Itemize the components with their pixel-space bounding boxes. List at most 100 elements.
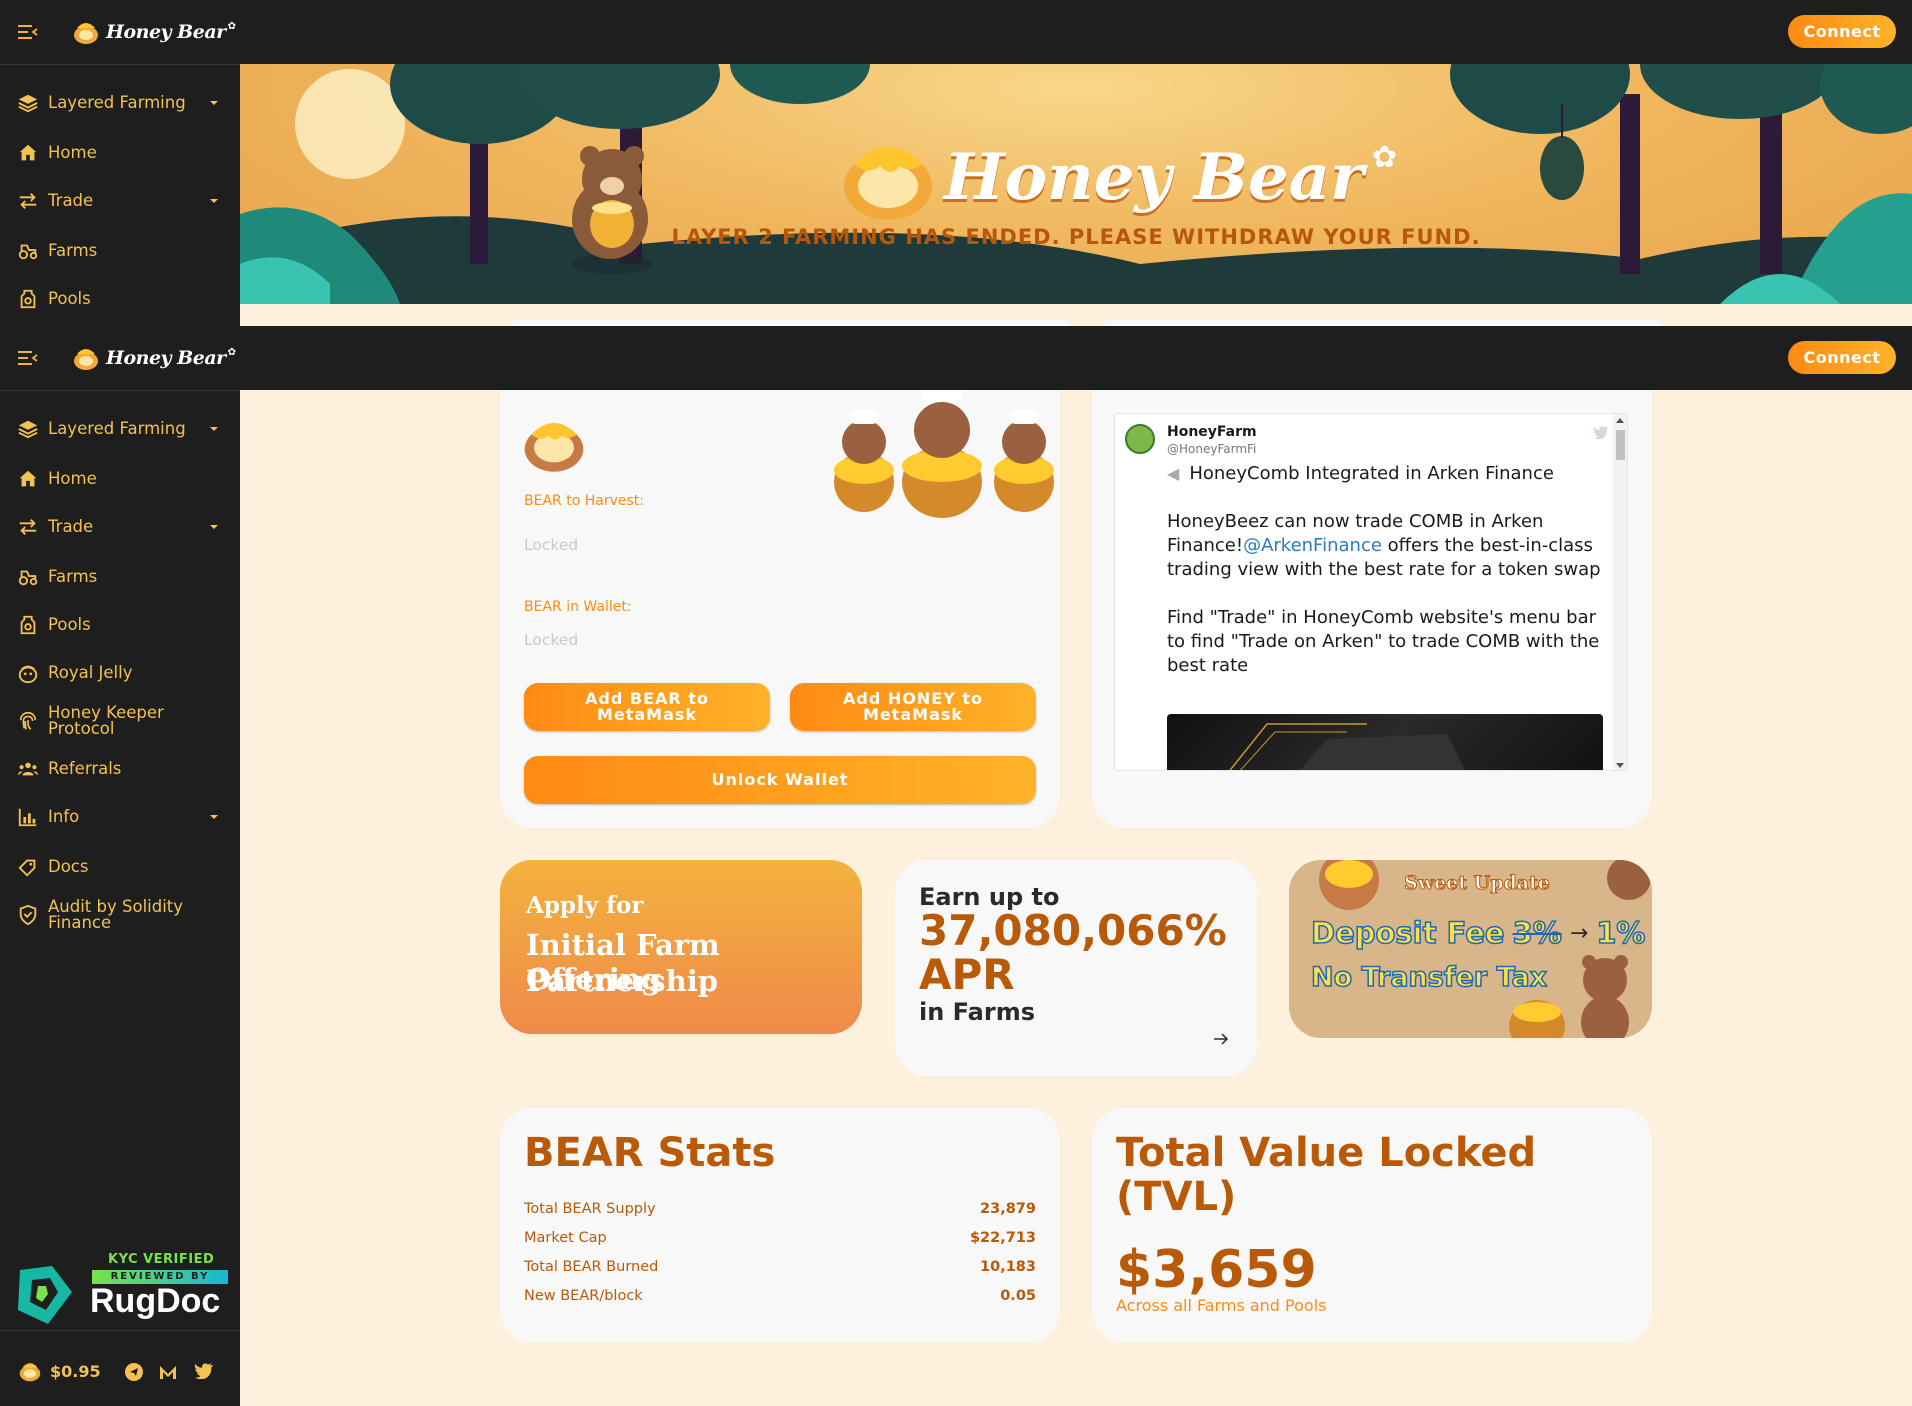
sidebar-item-label: Home xyxy=(48,469,97,488)
sidebar-item-home[interactable]: Home xyxy=(0,133,240,173)
tweet-author-handle[interactable]: @HoneyFarmFi xyxy=(1167,442,1256,456)
sidebar-item-label: Referrals xyxy=(48,759,122,778)
sidebar-item-label: Pools xyxy=(48,289,91,308)
unlock-wallet-button[interactable]: Unlock Wallet xyxy=(524,756,1036,804)
wallet-value: Locked xyxy=(524,631,579,649)
sidebar-item-label: Trade xyxy=(48,517,94,536)
deposit-fee-label: Deposit Fee xyxy=(1310,915,1505,951)
menu-toggle-button[interactable] xyxy=(0,0,56,64)
referrals-icon xyxy=(16,757,40,781)
add-honey-metamask-button[interactable]: Add HONEY to MetaMask xyxy=(790,683,1036,731)
sidebar-item-trade[interactable]: Trade xyxy=(0,507,240,547)
twitter-icon[interactable] xyxy=(194,1363,214,1379)
sidebar-item-pools[interactable]: Pools xyxy=(0,605,240,645)
tvl-title: Total Value Locked (TVL) xyxy=(1116,1130,1537,1220)
tweet-author-name[interactable]: HoneyFarm xyxy=(1167,424,1257,440)
logo-text: Honey Bear xyxy=(106,21,226,43)
tvl-value: $3,659 xyxy=(1116,1240,1317,1300)
paw-icon: ✿ xyxy=(227,20,237,32)
kyc-label: KYC VERIFIED xyxy=(108,1252,215,1267)
price-value: $0.95 xyxy=(50,1361,101,1381)
ifo-line1: Apply for xyxy=(526,892,644,919)
sidebar-item-label: Royal Jelly xyxy=(48,663,133,682)
sidebar-item-label: Docs xyxy=(48,857,89,876)
logo[interactable]: Honey Bear ✿ xyxy=(72,20,236,44)
divider xyxy=(0,64,240,65)
sidebar-item-referrals[interactable]: Referrals xyxy=(0,749,240,789)
sidebar-item-label: Pools xyxy=(48,615,91,634)
fingerprint-icon xyxy=(16,709,40,733)
scrollbar-thumb[interactable] xyxy=(1616,430,1625,460)
sidebar-item-label: Audit by Solidity Finance xyxy=(48,897,184,932)
stat-label: Market Cap xyxy=(524,1230,607,1246)
bears-in-pots-illustration xyxy=(834,380,1054,518)
tweet-paragraph: Find "Trade" in HoneyComb website's menu… xyxy=(1167,607,1600,676)
tweet-text: ◀ HoneyComb Integrated in Arken Finance … xyxy=(1167,462,1613,678)
avatar[interactable] xyxy=(1125,424,1155,454)
sidebar-item-honey-keeper-protocol[interactable]: Honey Keeper Protocol xyxy=(0,701,240,741)
media-graphic xyxy=(1229,723,1465,770)
megaphone-icon: ◀ xyxy=(1167,464,1180,483)
rugdoc-brand: RugDoc xyxy=(90,1282,221,1320)
rugdoc-badge[interactable]: KYC VERIFIED REVIEWED BY RugDoc xyxy=(10,1250,230,1330)
tweet-headline: HoneyComb Integrated in Arken Finance xyxy=(1189,463,1554,484)
sidebar-item-label: Layered Farming xyxy=(48,419,186,438)
sidebar-item-label: Farms xyxy=(48,241,98,260)
sidebar-item-trade[interactable]: Trade xyxy=(0,181,240,221)
shield-icon xyxy=(16,903,40,927)
twitter-timeline[interactable]: HoneyFarm @HoneyFarmFi ◀ HoneyComb Integ… xyxy=(1114,413,1628,771)
apr-label: APR xyxy=(919,950,1015,999)
menu-collapse-icon xyxy=(18,351,38,365)
trade-icon xyxy=(16,189,40,213)
stat-row: Total BEAR Burned 10,183 xyxy=(524,1259,1036,1275)
deposit-fee-row: Deposit Fee 3% → 1% xyxy=(1310,915,1646,951)
sidebar-item-pools[interactable]: Pools xyxy=(0,279,240,319)
honey-pot-icon xyxy=(844,147,932,220)
tweet-mention-link[interactable]: @ArkenFinance xyxy=(1243,535,1382,556)
sidebar-item-audit-by-solidity-finance[interactable]: Audit by Solidity Finance xyxy=(0,895,240,935)
honey-pot-icon xyxy=(74,349,98,370)
sidebar-item-info[interactable]: Info xyxy=(0,797,240,837)
update-title: Sweet Update xyxy=(1404,872,1551,895)
sidebar-item-label: Farms xyxy=(48,567,98,586)
docs-icon xyxy=(16,855,40,879)
menu-toggle-button[interactable] xyxy=(0,326,56,390)
deposit-fee-new: 1% xyxy=(1595,915,1646,951)
scroll-up-icon[interactable] xyxy=(1616,418,1624,423)
farms-staking-card: BEAR to Harvest: Locked BEAR in Wallet: … xyxy=(500,370,1060,828)
stat-row: Total BEAR Supply 23,879 xyxy=(524,1201,1036,1217)
stat-value: 0.05 xyxy=(1000,1288,1036,1304)
sidebar-item-layered-farming[interactable]: Layered Farming xyxy=(0,83,240,123)
sidebar-item-layered-farming[interactable]: Layered Farming xyxy=(0,409,240,449)
connect-button[interactable]: Connect xyxy=(1788,341,1896,374)
tweet-media[interactable] xyxy=(1167,714,1603,770)
tractor-icon xyxy=(16,565,40,589)
wallet-label: BEAR in Wallet: xyxy=(524,599,632,615)
add-bear-metamask-button[interactable]: Add BEAR to MetaMask xyxy=(524,683,770,731)
bear-price[interactable]: $0.95 xyxy=(18,1360,101,1382)
sidebar-item-label: Home xyxy=(48,143,97,162)
tweet-scrollbar[interactable] xyxy=(1613,414,1627,770)
ifo-card[interactable]: Apply for Initial Farm Offering Partners… xyxy=(500,860,862,1034)
logo[interactable]: Honey Bear ✿ xyxy=(72,346,236,370)
tvl-subtitle: Across all Farms and Pools xyxy=(1116,1296,1327,1315)
chart-icon xyxy=(16,805,40,829)
scroll-down-icon[interactable] xyxy=(1616,763,1624,768)
honey-pot-icon xyxy=(74,23,98,44)
arrow-right-icon[interactable] xyxy=(1213,1032,1229,1046)
sidebar-item-farms[interactable]: Farms xyxy=(0,557,240,597)
sweet-update-card[interactable]: Sweet Update Deposit Fee 3% → 1% No Tran… xyxy=(1289,860,1652,1038)
sidebar-item-label: Info xyxy=(48,807,80,826)
stat-label: Total BEAR Supply xyxy=(524,1201,656,1217)
telegram-icon[interactable] xyxy=(125,1363,143,1381)
apr-value: 37,080,066% xyxy=(919,906,1227,955)
twitter-icon[interactable] xyxy=(1593,426,1609,439)
arrow-right-icon: → xyxy=(1569,920,1589,946)
connect-button[interactable]: Connect xyxy=(1788,15,1896,48)
medium-icon[interactable] xyxy=(159,1364,177,1380)
sidebar-item-farms[interactable]: Farms xyxy=(0,231,240,271)
sidebar-item-docs[interactable]: Docs xyxy=(0,847,240,887)
sidebar-item-home[interactable]: Home xyxy=(0,459,240,499)
sidebar-item-royal-jelly[interactable]: Royal Jelly xyxy=(0,653,240,693)
apr-card[interactable]: Earn up to 37,080,066% APR in Farms xyxy=(895,860,1257,1076)
